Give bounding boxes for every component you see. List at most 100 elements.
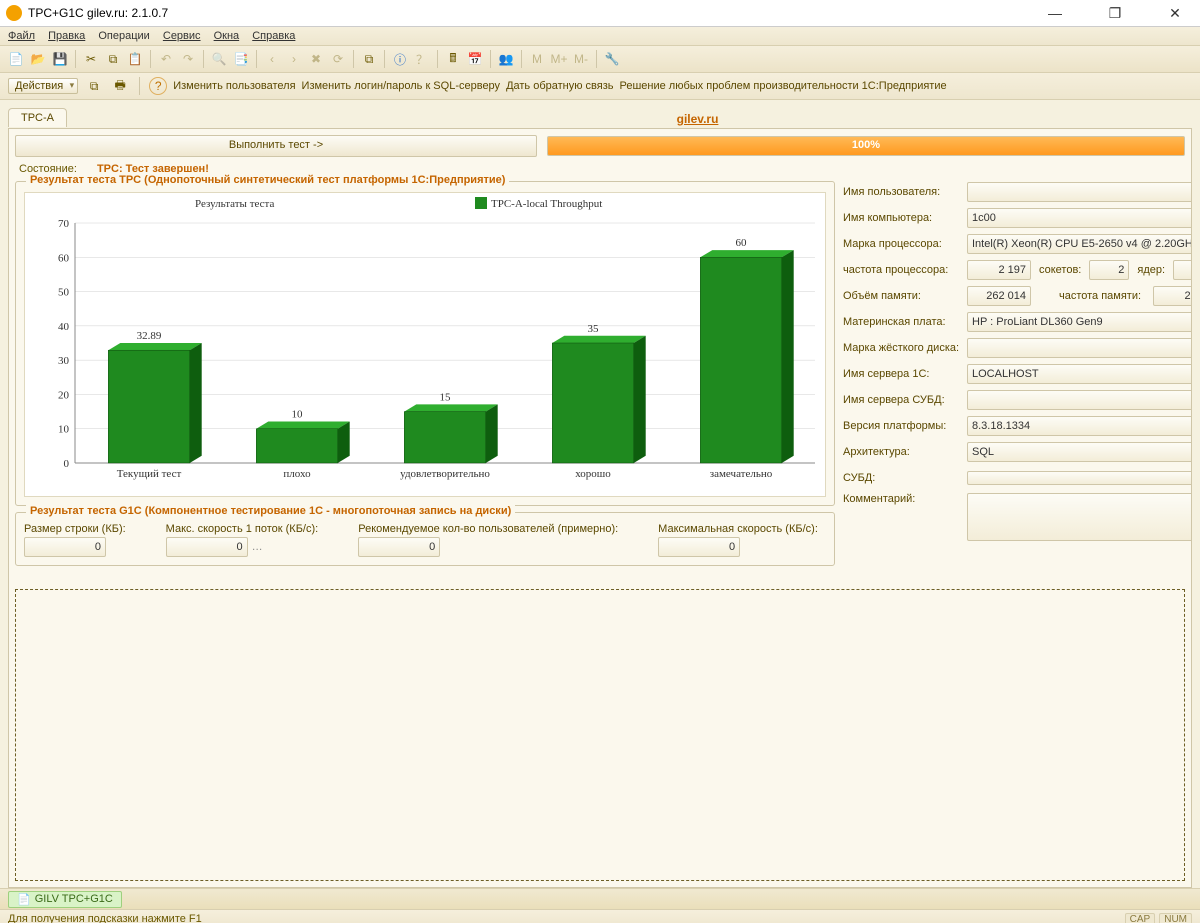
svg-text:TPC-A-local Throughput: TPC-A-local Throughput bbox=[491, 198, 602, 210]
g1c-max-speed-label: Максимальная скорость (КБ/с): bbox=[658, 523, 818, 535]
svg-text:Результаты теста: Результаты теста bbox=[195, 198, 274, 210]
action-copy-icon[interactable]: ⧉ bbox=[84, 76, 104, 96]
svg-text:20: 20 bbox=[58, 389, 70, 401]
g1c-line-size-input[interactable] bbox=[24, 537, 106, 557]
next-icon: › bbox=[284, 49, 304, 69]
m-minus-icon: M- bbox=[571, 49, 591, 69]
window-title: TPC+G1C gilev.ru: 2.1.0.7 bbox=[28, 6, 168, 20]
change-user-link[interactable]: Изменить пользователя bbox=[173, 80, 295, 92]
username-label: Имя пользователя: bbox=[843, 186, 961, 198]
main-toolbar: 📄 📂 💾 ✂ ⧉ 📋 ↶ ↷ 🔍 📑 ‹ › ✖ ⟳ ⧉ ⓘ ？ 🖩 📅 👥 … bbox=[0, 46, 1200, 73]
solve-link[interactable]: Решение любых проблем производительности… bbox=[620, 80, 947, 92]
svg-text:10: 10 bbox=[292, 409, 304, 421]
dbms-label: СУБД: bbox=[843, 472, 961, 484]
g1c-max-speed1-label: Макс. скорость 1 поток (КБ/с): bbox=[166, 523, 319, 535]
hdd-label: Марка жёсткого диска: bbox=[843, 342, 961, 354]
svg-text:60: 60 bbox=[736, 237, 748, 249]
menu-bar: Файл Правка Операции Сервис Окна Справка bbox=[0, 27, 1200, 46]
menu-service[interactable]: Сервис bbox=[163, 30, 201, 42]
action-help-icon[interactable]: ? bbox=[149, 77, 167, 95]
cpu-freq-label: частота процессора: bbox=[843, 264, 961, 276]
cut-icon[interactable]: ✂ bbox=[81, 49, 101, 69]
platform-label: Версия платформы: bbox=[843, 420, 961, 432]
stop-icon: ✖ bbox=[306, 49, 326, 69]
find-list-icon[interactable]: 📑 bbox=[231, 49, 251, 69]
platform-input[interactable] bbox=[967, 416, 1192, 436]
action-print-icon[interactable]: 🖶 bbox=[110, 76, 130, 96]
close-button[interactable]: ✕ bbox=[1156, 5, 1194, 22]
svg-text:40: 40 bbox=[58, 321, 70, 333]
document-icon: 📄 bbox=[17, 893, 31, 906]
users-icon[interactable]: 👥 bbox=[496, 49, 516, 69]
hdd-input[interactable] bbox=[967, 338, 1192, 358]
group-g1c-title: Результат теста G1C (Компонентное тестир… bbox=[26, 505, 515, 517]
menu-help[interactable]: Справка bbox=[252, 30, 295, 42]
run-test-button[interactable]: Выполнить тест -> bbox=[15, 135, 537, 157]
menu-file[interactable]: Файл bbox=[8, 30, 35, 42]
svg-text:0: 0 bbox=[64, 458, 70, 470]
svg-text:30: 30 bbox=[58, 355, 70, 367]
arch-input[interactable] bbox=[967, 442, 1192, 462]
help-icon: ？ bbox=[412, 49, 432, 69]
calc-icon[interactable]: 🖩 bbox=[443, 49, 463, 69]
svg-text:Текущий тест: Текущий тест bbox=[117, 468, 182, 480]
g1c-rec-users-input[interactable] bbox=[358, 537, 440, 557]
redo-icon: ↷ bbox=[178, 49, 198, 69]
tab-tpc-a[interactable]: TPC-A bbox=[8, 108, 67, 127]
maximize-button[interactable]: ❐ bbox=[1096, 5, 1134, 22]
m-plus-icon: M+ bbox=[549, 49, 569, 69]
g1c-max-speed1-input[interactable] bbox=[166, 537, 248, 557]
new-icon[interactable]: 📄 bbox=[6, 49, 26, 69]
menu-edit[interactable]: Правка bbox=[48, 30, 85, 42]
actions-dropdown[interactable]: Действия bbox=[8, 78, 78, 94]
arch-label: Архитектура: bbox=[843, 446, 961, 458]
open-document-tab[interactable]: 📄 GILV TPC+G1C bbox=[8, 891, 122, 908]
mb-input[interactable] bbox=[967, 312, 1192, 332]
info-icon[interactable]: ⓘ bbox=[390, 49, 410, 69]
svg-text:10: 10 bbox=[58, 424, 70, 436]
windows-icon[interactable]: ⧉ bbox=[359, 49, 379, 69]
status-hint: Для получения подсказки нажмите F1 bbox=[8, 913, 202, 923]
sockets-input[interactable] bbox=[1089, 260, 1129, 280]
menu-operations[interactable]: Операции bbox=[98, 30, 149, 42]
find-icon: 🔍 bbox=[209, 49, 229, 69]
comment-input[interactable] bbox=[967, 493, 1192, 541]
g1c-max-speed-input[interactable] bbox=[658, 537, 740, 557]
copy-icon[interactable]: ⧉ bbox=[103, 49, 123, 69]
ram-freq-input[interactable] bbox=[1153, 286, 1192, 306]
title-bar: TPC+G1C gilev.ru: 2.1.0.7 — ❐ ✕ bbox=[0, 0, 1200, 27]
minimize-button[interactable]: — bbox=[1036, 5, 1074, 22]
save-icon[interactable]: 💾 bbox=[50, 49, 70, 69]
m-icon: M bbox=[527, 49, 547, 69]
undo-icon: ↶ bbox=[156, 49, 176, 69]
info-panel: Имя пользователя: Имя компьютера: Марка … bbox=[843, 181, 1192, 585]
paste-icon[interactable]: 📋 bbox=[125, 49, 145, 69]
cpu-brand-input[interactable] bbox=[967, 234, 1192, 254]
ram-freq-label: частота памяти: bbox=[1039, 290, 1141, 302]
gilev-link[interactable]: gilev.ru bbox=[677, 112, 719, 126]
sockets-label: сокетов: bbox=[1039, 264, 1081, 276]
ram-label: Объём памяти: bbox=[843, 290, 961, 302]
calendar-icon[interactable]: 📅 bbox=[465, 49, 485, 69]
svg-text:70: 70 bbox=[58, 218, 70, 230]
dbms-input[interactable] bbox=[967, 471, 1192, 485]
change-sql-link[interactable]: Изменить логин/пароль к SQL-серверу bbox=[302, 80, 501, 92]
menu-windows[interactable]: Окна bbox=[214, 30, 240, 42]
ellipsis-icon[interactable]: … bbox=[252, 541, 263, 553]
document-bar: 📄 GILV TPC+G1C bbox=[0, 888, 1200, 909]
srvdb-input[interactable] bbox=[967, 390, 1192, 410]
cpu-brand-label: Марка процессора: bbox=[843, 238, 961, 250]
username-input[interactable] bbox=[967, 182, 1192, 202]
open-icon[interactable]: 📂 bbox=[28, 49, 48, 69]
feedback-link[interactable]: Дать обратную связь bbox=[506, 80, 613, 92]
group-tpc-title: Результат теста TPC (Однопоточный синтет… bbox=[26, 174, 509, 186]
computer-input[interactable] bbox=[967, 208, 1192, 228]
progress-bar: 100% bbox=[547, 136, 1185, 156]
wrench-icon[interactable]: 🔧 bbox=[602, 49, 622, 69]
cpu-freq-input[interactable] bbox=[967, 260, 1031, 280]
svg-text:замечательно: замечательно bbox=[710, 468, 773, 480]
ram-input[interactable] bbox=[967, 286, 1031, 306]
cores-label: ядер: bbox=[1137, 264, 1165, 276]
srv1c-input[interactable] bbox=[967, 364, 1192, 384]
cores-input[interactable] bbox=[1173, 260, 1192, 280]
